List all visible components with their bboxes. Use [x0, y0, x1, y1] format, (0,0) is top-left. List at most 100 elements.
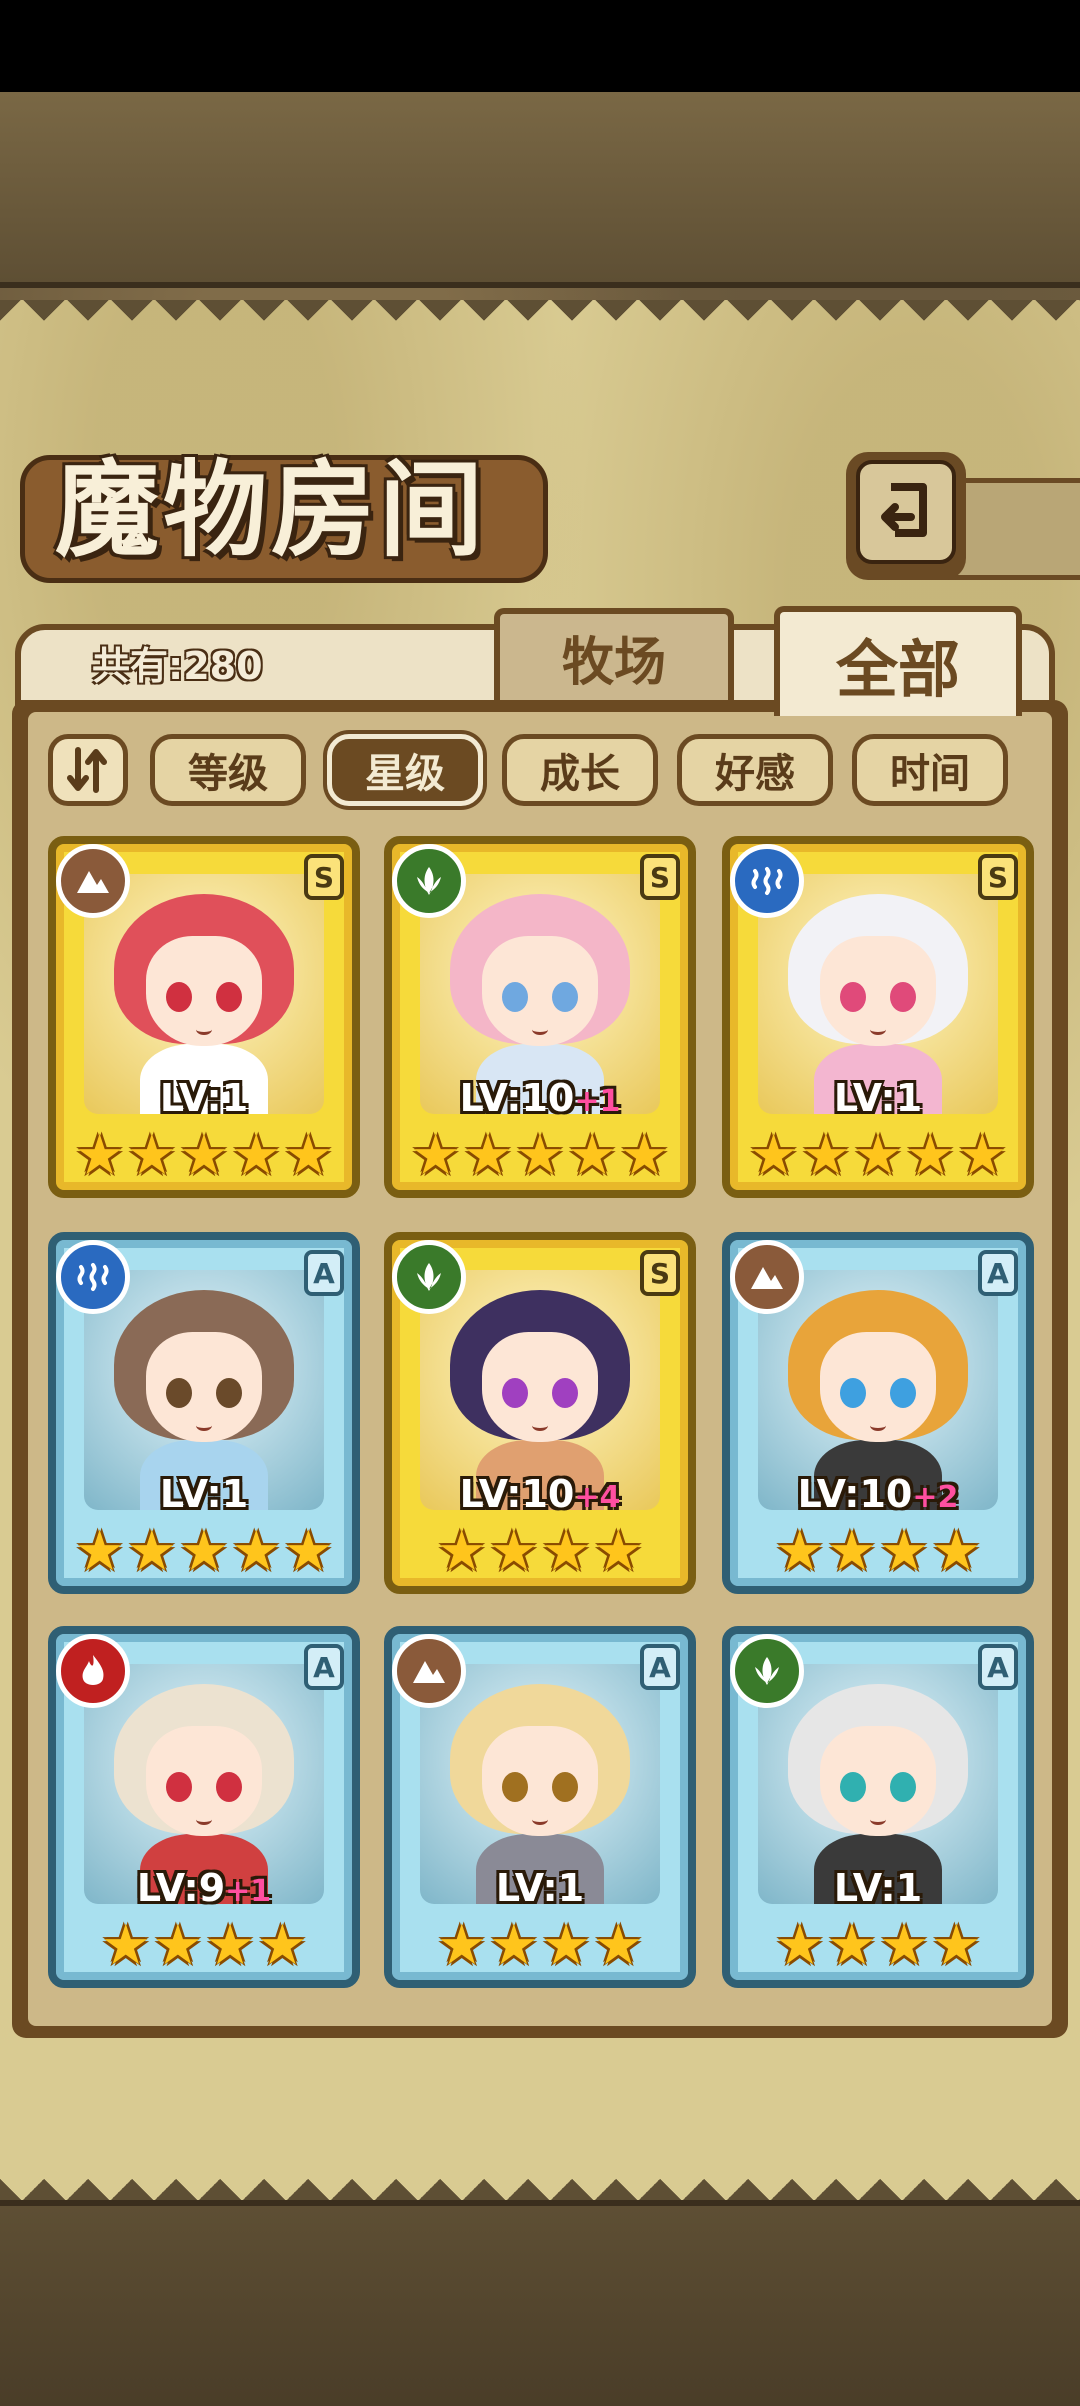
- star-icon: ★: [905, 1123, 956, 1188]
- star-icon: ★: [826, 1913, 877, 1978]
- level-value: LV:1: [159, 1076, 249, 1120]
- star-icon: ★: [593, 1913, 644, 1978]
- return-arrow-icon[interactable]: [856, 460, 956, 564]
- rank-badge: S: [640, 1250, 680, 1296]
- star-icon: ★: [231, 1519, 282, 1584]
- monster-level: LV:10+1: [392, 1076, 688, 1120]
- star-icon: ★: [593, 1519, 644, 1584]
- level-value: LV:10: [797, 1472, 913, 1516]
- star-icon: ★: [567, 1123, 618, 1188]
- star-icon: ★: [879, 1913, 930, 1978]
- level-value: LV:9: [136, 1866, 226, 1910]
- star-rating: ★ ★ ★ ★: [730, 1522, 1026, 1582]
- star-icon: ★: [488, 1519, 539, 1584]
- star-icon: ★: [931, 1519, 982, 1584]
- level-value: LV:1: [833, 1866, 923, 1910]
- monster-card[interactable]: A LV:1 ★ ★ ★ ★: [384, 1626, 696, 1988]
- star-icon: ★: [205, 1913, 256, 1978]
- star-rating: ★ ★ ★ ★ ★: [56, 1522, 352, 1582]
- water-element-icon: [730, 844, 804, 918]
- monster-card[interactable]: S LV:10+1 ★ ★ ★ ★ ★: [384, 836, 696, 1198]
- sort-order-icon: [67, 747, 107, 793]
- star-icon: ★: [100, 1913, 151, 1978]
- star-icon: ★: [748, 1123, 799, 1188]
- sort-by-affinity-button[interactable]: 好感: [677, 734, 833, 806]
- monster-level: LV:10+4: [392, 1472, 688, 1516]
- sort-order-toggle[interactable]: [48, 734, 128, 806]
- star-icon: ★: [462, 1123, 513, 1188]
- monster-level: LV:1: [730, 1866, 1026, 1910]
- level-bonus: +4: [574, 1480, 621, 1515]
- star-icon: ★: [283, 1519, 334, 1584]
- wind-element-icon: [730, 1634, 804, 1708]
- star-icon: ★: [957, 1123, 1008, 1188]
- rank-badge: A: [640, 1644, 680, 1690]
- star-icon: ★: [826, 1519, 877, 1584]
- level-bonus: +1: [225, 1874, 272, 1909]
- rank-badge: A: [978, 1250, 1018, 1296]
- water-element-icon: [56, 1240, 130, 1314]
- level-bonus: +1: [574, 1084, 621, 1119]
- star-icon: ★: [436, 1913, 487, 1978]
- monster-count: 共有:280: [92, 644, 263, 688]
- sort-by-level-button[interactable]: 等级: [150, 734, 306, 806]
- star-icon: ★: [74, 1123, 125, 1188]
- monster-level: LV:1: [56, 1472, 352, 1516]
- monster-card[interactable]: A LV:9+1 ★ ★ ★ ★: [48, 1626, 360, 1988]
- tab-all[interactable]: 全部: [774, 606, 1022, 716]
- monster-level: LV:1: [56, 1076, 352, 1120]
- wind-element-icon: [392, 844, 466, 918]
- monster-card[interactable]: S LV:10+4 ★ ★ ★ ★: [384, 1232, 696, 1594]
- rank-badge: A: [978, 1644, 1018, 1690]
- star-icon: ★: [436, 1519, 487, 1584]
- level-value: LV:1: [159, 1472, 249, 1516]
- star-icon: ★: [152, 1913, 203, 1978]
- zigzag-top-edge: [0, 300, 1080, 340]
- rank-badge: A: [304, 1644, 344, 1690]
- star-icon: ★: [931, 1913, 982, 1978]
- star-icon: ★: [74, 1519, 125, 1584]
- monster-card[interactable]: A LV:1 ★ ★ ★ ★: [722, 1626, 1034, 1988]
- star-rating: ★ ★ ★ ★ ★: [56, 1126, 352, 1186]
- sort-by-stars-button[interactable]: 星级: [327, 734, 483, 806]
- earth-element-icon: [392, 1634, 466, 1708]
- star-icon: ★: [514, 1123, 566, 1188]
- star-icon: ★: [231, 1123, 282, 1188]
- monster-card[interactable]: A LV:10+2 ★ ★ ★ ★: [722, 1232, 1034, 1594]
- star-icon: ★: [178, 1123, 230, 1188]
- bottom-map-band: [0, 2200, 1080, 2406]
- star-icon: ★: [619, 1123, 670, 1188]
- rank-badge: S: [304, 854, 344, 900]
- level-value: LV:10: [459, 1076, 575, 1120]
- level-bonus: +2: [912, 1480, 959, 1515]
- star-icon: ★: [178, 1519, 230, 1584]
- star-icon: ★: [541, 1913, 592, 1978]
- rank-badge: S: [978, 854, 1018, 900]
- star-icon: ★: [774, 1913, 825, 1978]
- earth-element-icon: [56, 844, 130, 918]
- star-icon: ★: [257, 1913, 308, 1978]
- star-rating: ★ ★ ★ ★: [392, 1916, 688, 1976]
- monster-card[interactable]: S LV:1 ★ ★ ★ ★ ★: [722, 836, 1034, 1198]
- monster-card[interactable]: S LV:1 ★ ★ ★ ★ ★: [48, 836, 360, 1198]
- star-icon: ★: [126, 1519, 177, 1584]
- star-rating: ★ ★ ★ ★: [56, 1916, 352, 1976]
- star-rating: ★ ★ ★ ★: [730, 1916, 1026, 1976]
- star-icon: ★: [852, 1123, 904, 1188]
- sort-by-growth-button[interactable]: 成长: [502, 734, 658, 806]
- star-rating: ★ ★ ★ ★ ★: [392, 1126, 688, 1186]
- star-icon: ★: [774, 1519, 825, 1584]
- zigzag-bottom-edge: [0, 2160, 1080, 2200]
- level-value: LV:10: [459, 1472, 575, 1516]
- top-map-band: [0, 92, 1080, 288]
- sort-by-time-button[interactable]: 时间: [852, 734, 1008, 806]
- monster-card[interactable]: A LV:1 ★ ★ ★ ★ ★: [48, 1232, 360, 1594]
- monster-level: LV:10+2: [730, 1472, 1026, 1516]
- star-rating: ★ ★ ★ ★: [392, 1522, 688, 1582]
- star-icon: ★: [541, 1519, 592, 1584]
- rank-badge: A: [304, 1250, 344, 1296]
- star-icon: ★: [126, 1123, 177, 1188]
- star-icon: ★: [283, 1123, 334, 1188]
- tab-ranch[interactable]: 牧场: [494, 608, 734, 700]
- page-title: 魔物房间: [55, 448, 488, 571]
